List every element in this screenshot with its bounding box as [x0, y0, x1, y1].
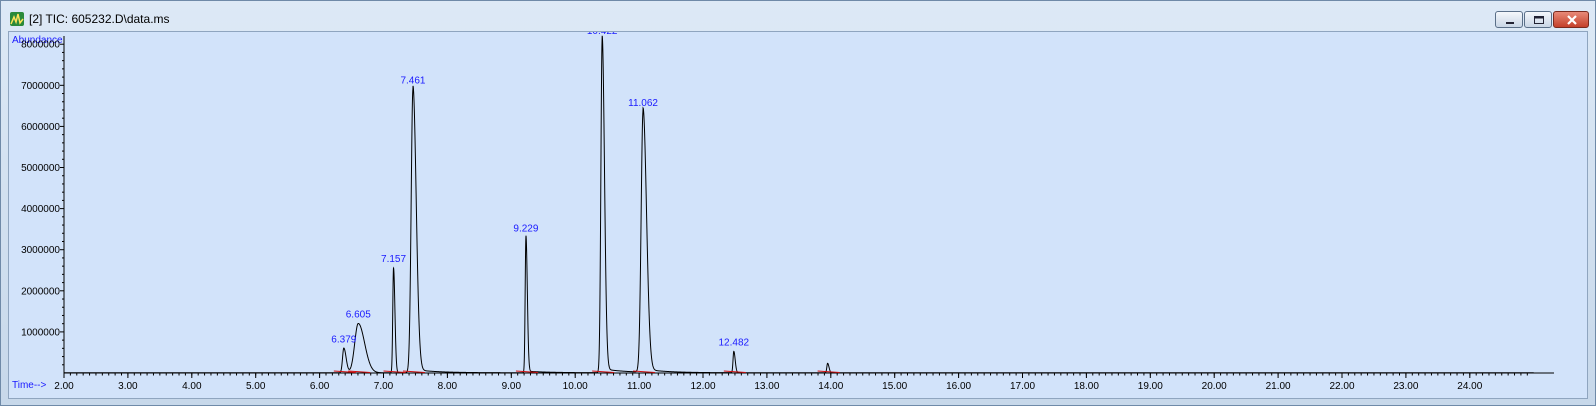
peak-label: 6.605 [346, 310, 371, 321]
plot-area[interactable]: Abundance Time--> 1000000 2000000 3000000 400… [8, 31, 1588, 399]
minimize-button[interactable] [1495, 11, 1523, 28]
x-tick-label: 6.00 [310, 381, 330, 392]
chromatogram-app-icon [10, 12, 24, 26]
chromatogram-window: [2] TIC: 605232.D\data.ms Abundance Time-… [0, 0, 1596, 406]
y-tick-label: 2000000 [21, 286, 60, 297]
y-tick-label: 4000000 [21, 204, 60, 215]
y-tick-label: 1000000 [21, 327, 60, 338]
y-tick-label: 3000000 [21, 245, 60, 256]
x-tick-label: 7.00 [374, 381, 394, 392]
x-tick-label: 24.00 [1457, 381, 1482, 392]
x-tick-label: 15.00 [882, 381, 907, 392]
x-tick-label: 19.00 [1138, 381, 1163, 392]
x-tick-label: 5.00 [246, 381, 266, 392]
peak-label: 12.482 [719, 338, 750, 349]
x-tick-label: 13.00 [754, 381, 779, 392]
x-tick-label: 3.00 [118, 381, 138, 392]
restore-icon [1534, 16, 1544, 24]
y-tick-label: 8000000 [21, 40, 60, 51]
close-icon [1567, 15, 1577, 25]
x-tick-label: 14.00 [818, 381, 843, 392]
x-tick-label: 22.00 [1329, 381, 1354, 392]
peak-label: 10.422 [587, 32, 618, 37]
chromatogram-chart[interactable]: AbundanceTime-->100000020000003000000400… [9, 32, 1587, 398]
x-axis-label: Time--> [12, 380, 47, 391]
title-bar[interactable]: [2] TIC: 605232.D\data.ms [1, 1, 1595, 31]
x-tick-label: 11.00 [627, 381, 652, 392]
peak-label: 7.157 [381, 254, 406, 265]
minimize-icon [1506, 22, 1514, 24]
y-tick-label: 7000000 [21, 81, 60, 92]
restore-button[interactable] [1524, 11, 1552, 28]
y-tick-label: 6000000 [21, 122, 60, 133]
x-tick-label: 16.00 [946, 381, 971, 392]
y-tick-label: 5000000 [21, 163, 60, 174]
x-tick-label: 9.00 [502, 381, 522, 392]
x-tick-label: 4.00 [182, 381, 202, 392]
window-title: [2] TIC: 605232.D\data.ms [29, 12, 170, 26]
x-tick-label: 2.00 [54, 381, 74, 392]
x-tick-label: 21.00 [1266, 381, 1291, 392]
peak-label: 7.461 [400, 75, 425, 86]
x-tick-label: 20.00 [1202, 381, 1227, 392]
x-tick-label: 18.00 [1074, 381, 1099, 392]
x-tick-label: 8.00 [438, 381, 458, 392]
close-button[interactable] [1553, 11, 1589, 28]
x-tick-label: 12.00 [690, 381, 715, 392]
peak-label: 9.229 [513, 223, 538, 234]
tic-trace [64, 35, 1534, 374]
x-tick-label: 10.00 [563, 381, 588, 392]
x-tick-label: 17.00 [1010, 381, 1035, 392]
peak-label: 11.062 [628, 98, 658, 109]
peak-label: 6.379 [331, 334, 356, 345]
x-tick-label: 23.00 [1393, 381, 1418, 392]
